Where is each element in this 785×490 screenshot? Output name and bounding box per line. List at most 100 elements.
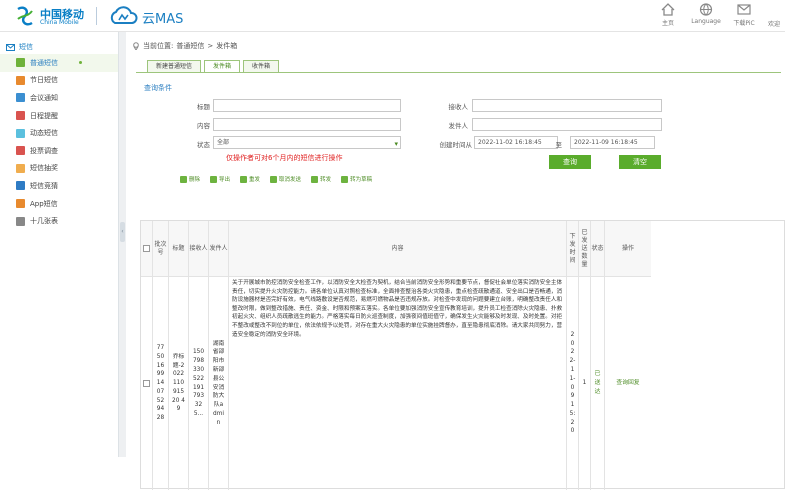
- status-select[interactable]: 全部 ▾: [213, 136, 401, 149]
- location-icon: [133, 42, 139, 50]
- nav-language[interactable]: Language: [687, 2, 725, 28]
- main-content: 当前位置: 普通短信 > 发件箱 新建普通短信 发件箱 收件箱 查询条件 标题 …: [128, 32, 785, 490]
- cell-status: 已送达: [591, 277, 605, 490]
- breadcrumb: 当前位置: 普通短信 > 发件箱: [132, 41, 237, 51]
- sidebar-section-label: 短信: [19, 43, 33, 51]
- welcome-text: 欢迎: [767, 21, 780, 28]
- sidebar-item-label: 动态短信: [30, 129, 58, 138]
- sidebar-item-label: 日程提醒: [30, 111, 58, 120]
- sender-input[interactable]: [472, 118, 662, 131]
- nav-language-label: Language: [691, 18, 721, 25]
- time-from-label: 创建时间从: [439, 141, 473, 149]
- breadcrumb-item[interactable]: 普通短信: [176, 41, 204, 51]
- sidebar-item[interactable]: 普通短信: [0, 54, 118, 72]
- cancel-send-button[interactable]: 取消发送: [270, 175, 301, 183]
- tab-divider: [136, 72, 781, 73]
- trash-icon: [180, 175, 187, 183]
- sidebar-item[interactable]: 动态短信: [0, 124, 118, 142]
- sidebar-item-label: 短信抽奖: [30, 164, 58, 173]
- sidebar-item[interactable]: 短信抽奖: [0, 160, 118, 178]
- query-button[interactable]: 查询: [549, 155, 591, 169]
- nav-download-label: 下载PiC: [733, 20, 755, 27]
- logo-divider: [96, 7, 97, 25]
- nav-home[interactable]: 主页: [649, 2, 687, 28]
- header-sender: 发件人: [209, 221, 229, 277]
- sidebar-item[interactable]: 会议通知: [0, 89, 118, 107]
- sidebar-item[interactable]: 十几张表: [0, 212, 118, 230]
- sender-label: 发件人: [448, 122, 469, 130]
- action-toolbar: 删除 导出 重发 取消发送 转发 转为草稿: [180, 175, 372, 183]
- cell-time: 2022-11-09 15:20: [567, 277, 579, 490]
- refresh-icon: [240, 175, 248, 183]
- sidebar-item-label: 普通短信: [30, 58, 58, 67]
- mail-icon: [6, 43, 15, 51]
- header-checkbox[interactable]: [141, 221, 153, 277]
- view-reply-link[interactable]: 查询回复: [605, 277, 651, 490]
- tab-inbox[interactable]: 收件箱: [243, 60, 280, 72]
- forward-icon: [311, 175, 319, 183]
- cell-batch: 775016991407529428: [153, 277, 169, 490]
- sidebar-item[interactable]: 投票调查: [0, 142, 118, 160]
- content-label: 内容: [197, 122, 210, 130]
- sidebar-item-label: 十几张表: [30, 217, 58, 226]
- sidebar-item-icon: [16, 58, 25, 68]
- chevron-down-icon: ▾: [394, 140, 398, 148]
- content-input[interactable]: [213, 118, 401, 131]
- receiver-label: 接收人: [448, 103, 469, 111]
- outbox-table: 批次号 标题 接收人 发件人 内容 下发时间 已发送数量 状态 操作 77501…: [140, 220, 785, 490]
- sidebar-item[interactable]: 日程提醒: [0, 107, 118, 125]
- to-draft-button[interactable]: 转为草稿: [341, 175, 372, 183]
- row-checkbox-cell[interactable]: [141, 277, 153, 490]
- nav-home-label: 主页: [661, 20, 674, 27]
- sidebar-item-icon: [16, 199, 25, 209]
- select-all-checkbox[interactable]: [143, 245, 150, 252]
- top-nav: 主页 Language 下载PiC 欢迎: [649, 2, 785, 28]
- operation-hint: 仅操作者可对6个月内的短信进行操作: [226, 154, 343, 162]
- sidebar-section-sms[interactable]: 短信: [0, 40, 118, 54]
- sidebar-item[interactable]: 短信竞猜: [0, 177, 118, 195]
- query-section-title: 查询条件: [144, 84, 172, 92]
- sidebar-item-icon: [16, 181, 25, 191]
- sidebar-item[interactable]: 节日短信: [0, 72, 118, 90]
- header-receiver: 接收人: [189, 221, 209, 277]
- download-icon: [737, 4, 751, 15]
- sidebar-item-icon: [16, 146, 25, 156]
- active-indicator: [79, 61, 82, 64]
- sidebar-item-label: 短信竞猜: [30, 181, 58, 190]
- receiver-input[interactable]: [472, 99, 662, 112]
- tab-outbox[interactable]: 发件箱: [204, 60, 241, 72]
- export-button[interactable]: 导出: [210, 175, 230, 183]
- sidebar-item-icon: [16, 75, 25, 85]
- export-icon: [210, 175, 218, 183]
- sidebar-splitter[interactable]: ‹: [118, 32, 126, 457]
- cell-receiver: 150798330522191793325...: [189, 277, 209, 490]
- sidebar-item-icon: [16, 93, 25, 103]
- header-status: 状态: [591, 221, 605, 277]
- row-checkbox[interactable]: [143, 380, 150, 387]
- clear-button[interactable]: 清空: [619, 155, 661, 169]
- cell-sender: 湖南省邵阳市新邵县公安消防大队admin: [209, 277, 229, 490]
- cell-count: 1: [579, 277, 591, 490]
- sidebar-item-label: 节日短信: [30, 76, 58, 85]
- forward-button[interactable]: 转发: [311, 175, 331, 183]
- sidebar: 短信 普通短信节日短信会议通知日程提醒动态短信投票调查短信抽奖短信竞猜 App短信…: [0, 40, 118, 457]
- draft-icon: [341, 175, 349, 183]
- cell-content: 关于开展城市防控消防安全检查工作，以消防安全大检查为契机，结合当前消防安全形势和…: [229, 277, 567, 490]
- nav-download[interactable]: 下载PiC: [725, 2, 763, 28]
- tab-new-sms[interactable]: 新建普通短信: [147, 60, 202, 72]
- china-mobile-logo-icon: [17, 6, 33, 26]
- collapse-sidebar-handle[interactable]: ‹: [120, 222, 125, 242]
- globe-icon: [699, 3, 713, 16]
- delete-button[interactable]: 删除: [180, 175, 200, 183]
- sidebar-item[interactable]: App短信: [0, 195, 118, 213]
- resend-button[interactable]: 重发: [240, 175, 260, 183]
- time-to-input[interactable]: 2022-11-09 16:18:45: [570, 136, 655, 149]
- header-title: 标题: [169, 221, 189, 277]
- sidebar-item-icon: [16, 216, 25, 226]
- title-input[interactable]: [213, 99, 401, 112]
- header-count: 已发送数量: [579, 221, 591, 277]
- status-label: 状态: [197, 141, 210, 149]
- cloud-logo-icon: [110, 6, 138, 24]
- header-content: 内容: [229, 221, 567, 277]
- cancel-icon: [270, 175, 278, 183]
